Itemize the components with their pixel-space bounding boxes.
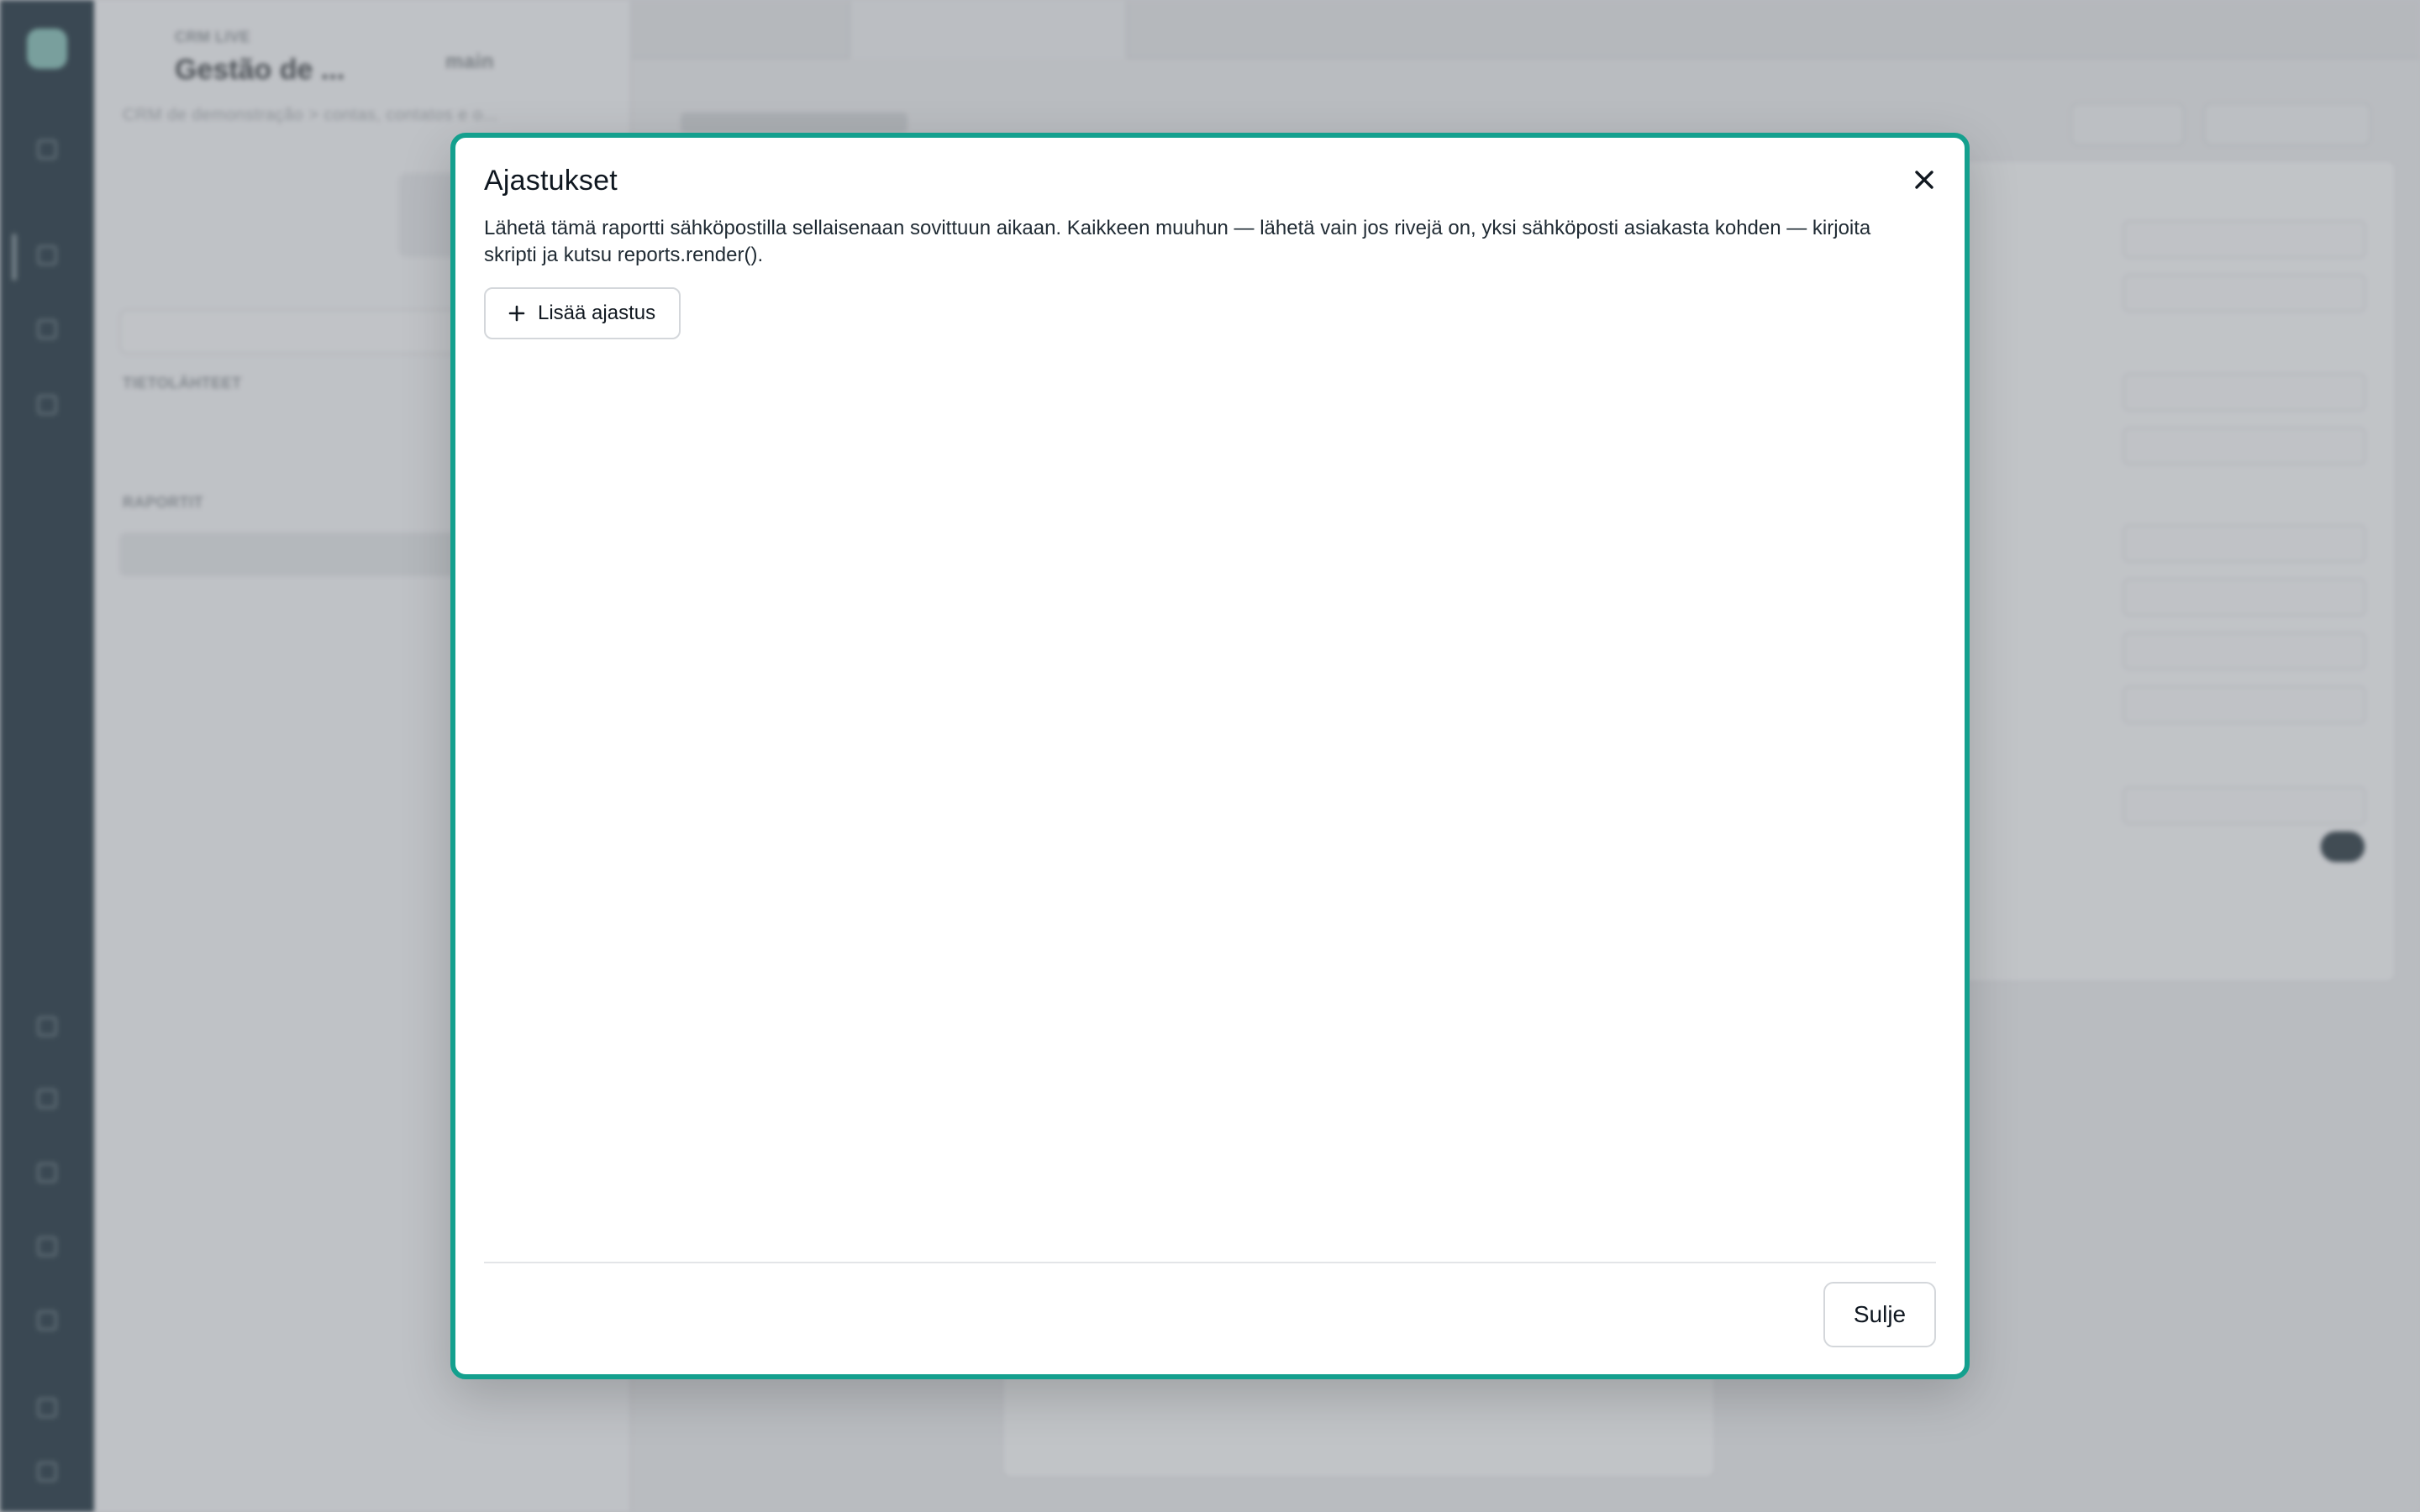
close-icon: [1915, 171, 1933, 189]
schedules-dialog: Ajastukset Lähetä tämä raportti sähköpos…: [450, 133, 1970, 1379]
plus-icon: [508, 305, 525, 322]
close-button[interactable]: [1907, 163, 1941, 197]
dialog-body: Ajastukset Lähetä tämä raportti sähköpos…: [455, 138, 1965, 1374]
add-schedule-button[interactable]: Lisää ajastus: [484, 287, 681, 339]
dialog-title: Ajastukset: [484, 165, 618, 197]
dialog-close-button[interactable]: Sulje: [1823, 1282, 1936, 1347]
add-schedule-label: Lisää ajastus: [538, 302, 656, 324]
footer-divider: [484, 1262, 1936, 1263]
dialog-description: Lähetä tämä raportti sähköpostilla sella…: [484, 217, 1871, 266]
